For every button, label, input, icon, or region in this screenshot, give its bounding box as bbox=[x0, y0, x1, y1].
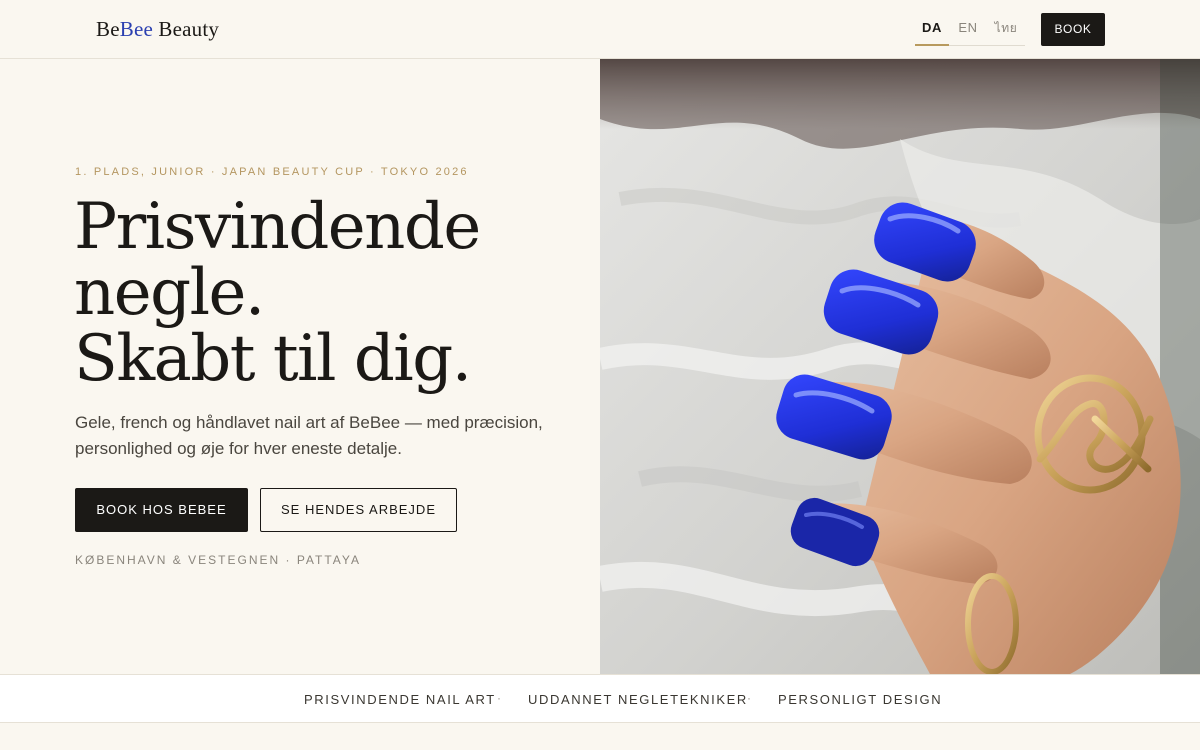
headline-line-3: Skabt til dig. bbox=[74, 322, 472, 396]
lang-da-tab[interactable]: DA bbox=[915, 13, 949, 46]
hero-lead: Gele, french og håndlavet nail art af Be… bbox=[75, 413, 543, 458]
lang-th-tab[interactable]: ไทย bbox=[987, 13, 1025, 46]
headline-line-1: Prisvindende bbox=[74, 190, 481, 264]
feature-award-winning: PRISVINDENDE NAIL ART bbox=[304, 692, 496, 707]
see-work-button[interactable]: SE HENDES ARBEJDE bbox=[260, 488, 457, 532]
hand-nails-illustration bbox=[600, 59, 1200, 674]
logo-beauty: Beauty bbox=[152, 17, 220, 41]
book-header-button[interactable]: BOOK bbox=[1041, 13, 1105, 46]
features-strip: PRISVINDENDE NAIL ART · UDDANNET NEGLETE… bbox=[0, 674, 1200, 723]
feature-separator: · bbox=[497, 691, 501, 705]
logo-be: Be bbox=[96, 17, 120, 41]
hero-photo-blue-nails bbox=[600, 59, 1200, 674]
lang-en-tab[interactable]: EN bbox=[949, 13, 987, 46]
headline-line-2: negle. bbox=[74, 256, 265, 330]
locations-text: KØBENHAVN & VESTEGNEN · PATTAYA bbox=[75, 553, 362, 567]
book-bebee-button[interactable]: BOOK HOS BEBEE bbox=[75, 488, 248, 532]
award-kicker: 1. PLADS, JUNIOR · JAPAN BEAUTY CUP · TO… bbox=[75, 166, 469, 178]
hero-headline: Prisvindende negle. Skabt til dig. bbox=[74, 190, 481, 396]
feature-separator: · bbox=[747, 691, 751, 705]
feature-personal-design: PERSONLIGT DESIGN bbox=[778, 692, 943, 707]
logo-bee: Bee bbox=[119, 17, 153, 41]
brand-logo[interactable]: BeBee Beauty bbox=[96, 17, 219, 42]
feature-trained-technician: UDDANNET NEGLETEKNIKER bbox=[528, 692, 748, 707]
site-header: BeBee Beauty DA EN ไทย BOOK bbox=[0, 0, 1200, 59]
